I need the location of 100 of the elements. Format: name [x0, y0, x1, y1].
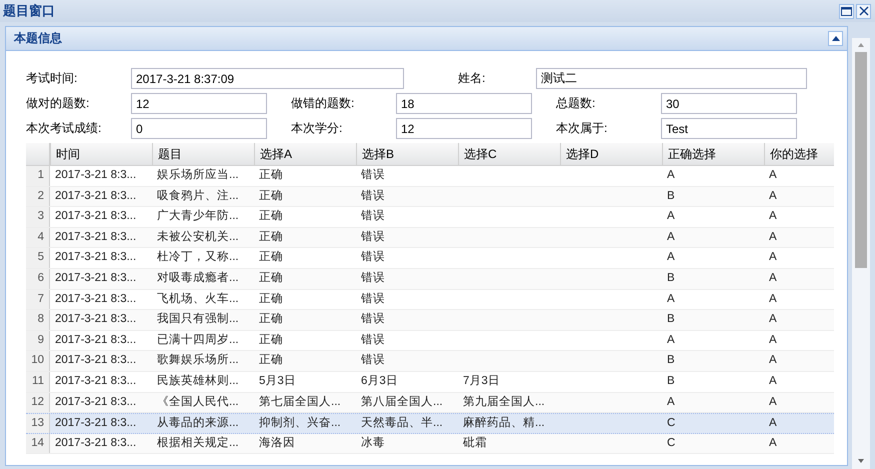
table-cell: 错误	[361, 313, 385, 326]
table-cell: 错误	[361, 230, 385, 243]
row-number: 14	[26, 434, 50, 454]
table-cell: A	[667, 396, 675, 408]
table-cell: B	[667, 190, 675, 202]
table-cell: 未被公安机关...	[157, 230, 239, 243]
table-cell: B	[667, 354, 675, 366]
input-field[interactable]: 测试二	[536, 68, 807, 89]
table-cell: 正确	[259, 251, 283, 264]
table-row[interactable]: 4 2017-3-21 8:3... 未被公安机关... 正确 错误 A A	[26, 228, 834, 248]
table-cell: A	[769, 190, 777, 202]
table-row[interactable]: 14 2017-3-21 8:3... 根据相关规定... 海洛因 冰毒 砒霜 C A	[26, 434, 834, 454]
column-header[interactable]: 选择A	[254, 143, 356, 165]
table-cell: 2017-3-21 8:3...	[55, 272, 136, 284]
input-field[interactable]: 0	[131, 118, 267, 139]
row-number: 10	[26, 351, 50, 371]
table-row[interactable]: 10 2017-3-21 8:3... 歌舞娱乐场所... 正确 错误 B A	[26, 351, 834, 372]
table-row[interactable]: 13 2017-3-21 8:3... 从毒品的来源... 抑制剂、兴奋... 天然毒品、半... 麻醉药品、精... C A	[26, 413, 834, 434]
column-header[interactable]: 选择D	[560, 143, 662, 165]
table-cell: 麻醉药品、精...	[463, 417, 545, 430]
table-cell: A	[769, 210, 777, 222]
maximize-button[interactable]	[839, 4, 854, 18]
table-cell: A	[667, 251, 675, 264]
table-row[interactable]: 2 2017-3-21 8:3... 吸食鸦片、注... 正确 错误 B A	[26, 186, 834, 208]
table-row[interactable]: 1 2017-3-21 8:3... 娱乐场所应当... 正确 错误 A A	[26, 166, 834, 187]
input-field[interactable]: 2017-3-21 8:37:09	[131, 68, 404, 89]
table-cell: A	[667, 230, 675, 243]
table-cell: 广大青少年防...	[157, 210, 239, 222]
column-header[interactable]: 你的选择	[764, 143, 832, 165]
table-cell: 正确	[259, 292, 283, 305]
field-label: 考试时间:	[26, 70, 78, 87]
table-row[interactable]: 3 2017-3-21 8:3... 广大青少年防... 正确 错误 A A	[26, 207, 834, 228]
column-header[interactable]: 正确选择	[662, 143, 764, 165]
table-cell: 正确	[259, 210, 283, 222]
table-cell: A	[769, 251, 777, 264]
table-cell: B	[667, 374, 675, 387]
row-number: 1	[26, 166, 50, 186]
table-cell: 正确	[259, 334, 283, 346]
column-header[interactable]: 时间	[50, 143, 152, 165]
row-number: 5	[26, 248, 50, 268]
table-cell: 错误	[361, 190, 385, 202]
table-cell: A	[769, 169, 777, 181]
table-cell: 错误	[361, 210, 385, 222]
window-title: 题目窗口	[3, 2, 55, 20]
table-cell: 对吸毒成瘾者...	[157, 272, 239, 284]
table-row[interactable]: 6 2017-3-21 8:3... 对吸毒成瘾者... 正确 错误 B A	[26, 268, 834, 290]
column-header[interactable]: 选择C	[458, 143, 560, 165]
table-row[interactable]: 5 2017-3-21 8:3... 杜冷丁，又称... 正确 错误 A A	[26, 248, 834, 269]
column-header[interactable]: 题目	[152, 143, 254, 165]
table-cell: 2017-3-21 8:3...	[55, 292, 136, 305]
table-cell: A	[769, 272, 777, 284]
table-cell: 2017-3-21 8:3...	[55, 313, 136, 326]
table-cell: A	[667, 292, 675, 305]
table-row[interactable]: 8 2017-3-21 8:3... 我国只有强制... 正确 错误 B A	[26, 310, 834, 331]
table-cell: 我国只有强制...	[157, 313, 239, 326]
input-field[interactable]: 18	[396, 93, 532, 114]
table-cell: 冰毒	[361, 436, 385, 449]
table-cell: A	[769, 313, 777, 326]
table-cell: 2017-3-21 8:3...	[55, 374, 136, 387]
row-number: 2	[26, 186, 50, 206]
table-cell: 正确	[259, 313, 283, 326]
table-row[interactable]: 7 2017-3-21 8:3... 飞机场、火车... 正确 错误 A A	[26, 290, 834, 310]
table-cell: 2017-3-21 8:3...	[55, 417, 136, 430]
input-field[interactable]: Test	[661, 118, 797, 139]
close-button[interactable]	[856, 4, 871, 18]
maximize-icon	[841, 6, 852, 16]
table-cell: 正确	[259, 190, 283, 202]
table-cell: 错误	[361, 354, 385, 366]
table-cell: A	[667, 334, 675, 346]
table-row[interactable]: 12 2017-3-21 8:3... 《全国人民代... 第七届全国人... 第八届全国人... 第九届全国人... A A	[26, 392, 834, 414]
row-number: 12	[26, 392, 50, 412]
table-cell: 2017-3-21 8:3...	[55, 396, 136, 408]
table-cell: C	[667, 417, 676, 430]
table-cell: 错误	[361, 169, 385, 181]
table-cell: 错误	[361, 272, 385, 284]
input-field[interactable]: 30	[661, 93, 797, 114]
table-cell: A	[667, 169, 675, 181]
field-label: 总题数:	[556, 95, 596, 112]
table-cell: 从毒品的来源...	[157, 417, 239, 430]
table-cell: 2017-3-21 8:3...	[55, 354, 136, 366]
table-cell: 海洛因	[259, 436, 295, 449]
caret-icon	[832, 36, 840, 41]
table-cell: 正确	[259, 354, 283, 366]
table-cell: 6月3日	[361, 374, 398, 387]
row-number: 3	[26, 207, 50, 227]
scrollbar[interactable]	[852, 38, 870, 469]
table-row[interactable]: 9 2017-3-21 8:3... 已满十四周岁... 正确 错误 A A	[26, 330, 834, 352]
table-cell: 《全国人民代...	[157, 396, 239, 408]
collapse-button[interactable]	[828, 31, 843, 46]
input-field[interactable]: 12	[396, 118, 532, 139]
row-number: 8	[26, 310, 50, 330]
row-number: 4	[26, 228, 50, 248]
table-cell: 砒霜	[463, 436, 487, 449]
table-cell: 2017-3-21 8:3...	[55, 230, 136, 243]
close-icon	[858, 6, 868, 16]
input-field[interactable]: 12	[131, 93, 267, 114]
column-header[interactable]: 选择B	[356, 143, 458, 165]
table-cell: A	[667, 210, 675, 222]
table-row[interactable]: 11 2017-3-21 8:3... 民族英雄林则... 5月3日 6月3日 7月3日 B A	[26, 372, 834, 393]
table-cell: 娱乐场所应当...	[157, 169, 239, 181]
